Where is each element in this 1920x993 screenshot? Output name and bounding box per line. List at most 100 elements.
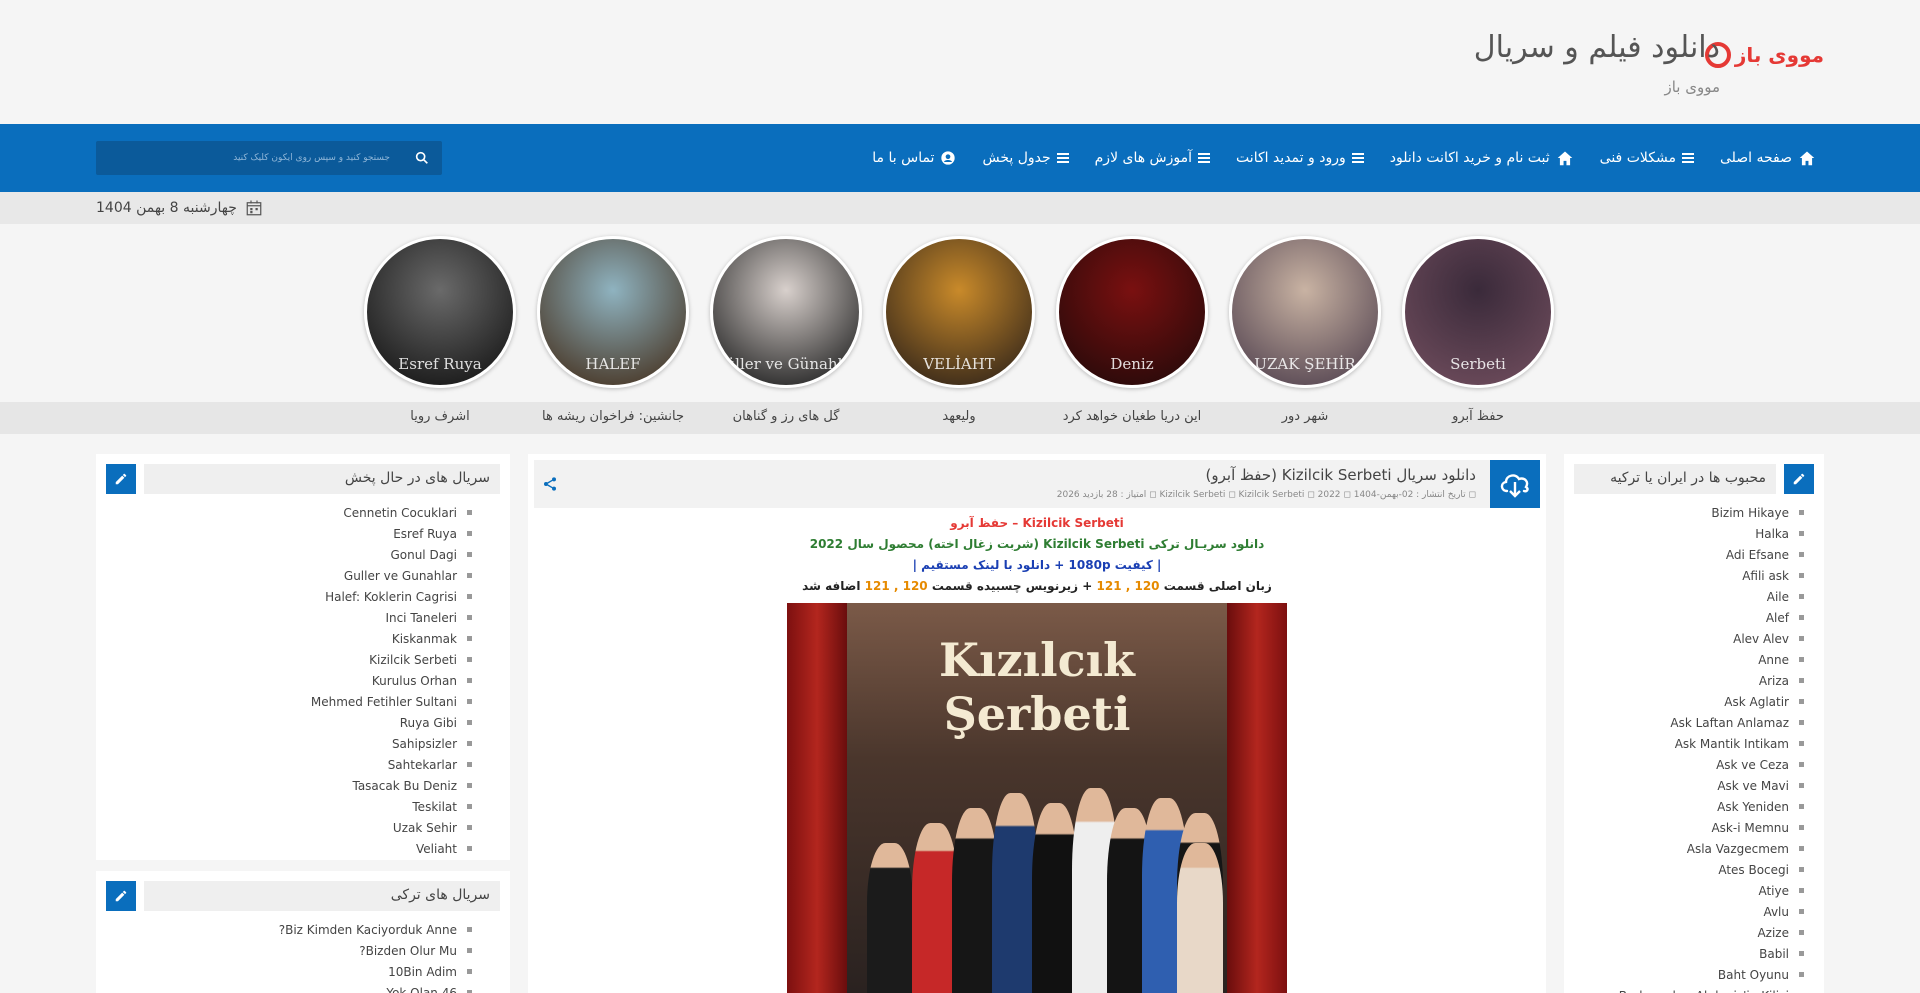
featured-label-2[interactable]: این دریا طغیان خواهد کرد — [1046, 409, 1218, 424]
list-item[interactable]: Teskilat — [311, 796, 472, 817]
list-item[interactable]: Cennetin Cocuklari — [311, 502, 472, 523]
list-item-label: Afili ask — [1742, 568, 1789, 583]
list-item[interactable]: Inci Taneleri — [311, 607, 472, 628]
nav-item-3[interactable]: ورود و تمدید اکانت — [1236, 150, 1364, 166]
episodes-mid: + زیرنویس چسبیده قسمت — [931, 579, 1093, 593]
nav-item-0[interactable]: صفحه اصلی — [1720, 150, 1816, 166]
list-item-label: Ask-i Memnu — [1711, 820, 1789, 835]
list-item[interactable]: Sahipsizler — [311, 733, 472, 754]
featured-circle-5[interactable]: HALEF — [537, 236, 689, 388]
list-item[interactable]: Ask-i Memnu — [1619, 817, 1804, 838]
list-item[interactable]: Baht Oyunu — [1619, 964, 1804, 985]
date-text: چهارشنبه 8 بهمن 1404 — [96, 200, 237, 216]
episodes-prefix: زبان اصلی قسمت — [1163, 579, 1272, 593]
featured-label-6[interactable]: اشرف رویا — [354, 409, 526, 424]
list-item-label: Tasacak Bu Deniz — [352, 778, 457, 793]
bullet-icon — [467, 552, 472, 557]
nav-item-1[interactable]: مشکلات فنی — [1600, 150, 1694, 166]
list-item[interactable]: Atiye — [1619, 880, 1804, 901]
list-item[interactable]: Avlu — [1619, 901, 1804, 922]
list-item[interactable]: Ariza — [1619, 670, 1804, 691]
featured-label-0[interactable]: حفظ آبرو — [1392, 409, 1564, 424]
poster-title-line-1: Kızılcık — [939, 633, 1135, 687]
list-item-label: Halef: Koklerin Cagrisi — [325, 589, 457, 604]
summary-line-description: دانلود سریـال ترکی Kizilcik Serbeti (شرب… — [809, 537, 1265, 551]
bullet-icon — [467, 510, 472, 515]
list-item[interactable]: Ask Laftan Anlamaz — [1619, 712, 1804, 733]
list-item[interactable]: Ask Aglatir — [1619, 691, 1804, 712]
post-poster[interactable]: Kızılcık Şerbeti — [787, 603, 1287, 993]
summary-line-quality: | کیفیت 1080p + دانلود با لینک مستقیم | — [912, 558, 1162, 572]
list-item[interactable]: Ates Bocegi — [1619, 859, 1804, 880]
list-item-label: Uzak Sehir — [392, 820, 457, 835]
list-item[interactable]: Kiskanmak — [311, 628, 472, 649]
list-item[interactable]: Alev Alev — [1619, 628, 1804, 649]
nav-item-5[interactable]: جدول پخش — [982, 150, 1069, 166]
list-item[interactable]: Kizilcik Serbeti — [311, 649, 472, 670]
list-item[interactable]: Bizim Hikaye — [1619, 502, 1804, 523]
list-item[interactable]: Afili ask — [1619, 565, 1804, 586]
list-item[interactable]: Tasacak Bu Deniz — [311, 775, 472, 796]
featured-circle-3[interactable]: VELİAHT — [883, 236, 1035, 388]
list-item-label: Bizim Hikaye — [1711, 505, 1789, 520]
list-item[interactable]: Babil — [1619, 943, 1804, 964]
list-item[interactable]: Barbaroslar: Akdeniz'in Kilici — [1619, 985, 1804, 993]
site-title[interactable]: دانلود فیلم و سریال — [1474, 30, 1720, 65]
list-item[interactable]: Biz Kimden Kaciyorduk Anne? — [279, 919, 472, 940]
list-item[interactable]: Yok Olan 46 — [279, 982, 472, 993]
nav-item-label: تماس با ما — [872, 150, 935, 166]
list-item-label: Biz Kimden Kaciyorduk Anne? — [278, 922, 457, 937]
list-item[interactable]: Mehmed Fetihler Sultani — [311, 691, 472, 712]
search-input[interactable] — [96, 141, 402, 175]
list-item[interactable]: Ask ve Mavi — [1619, 775, 1804, 796]
list-item-label: Alef — [1765, 610, 1789, 625]
nav-item-6[interactable]: تماس با ما — [872, 150, 956, 166]
home-icon — [1798, 150, 1816, 166]
list-item[interactable]: Esref Ruya — [311, 523, 472, 544]
list-item[interactable]: Sahtekarlar — [311, 754, 472, 775]
list-item[interactable]: 10Bin Adim — [279, 961, 472, 982]
featured-circle-1[interactable]: UZAK ŞEHİR — [1229, 236, 1381, 388]
panel-edit-button[interactable] — [106, 464, 136, 494]
featured-label-4[interactable]: گل های رز و گناهان — [700, 409, 872, 424]
logo-text: مووی باز — [1734, 43, 1824, 67]
list-item[interactable]: Halef: Koklerin Cagrisi — [311, 586, 472, 607]
list-item[interactable]: Alef — [1619, 607, 1804, 628]
list-item[interactable]: Uzak Sehir — [311, 817, 472, 838]
panel-edit-button[interactable] — [1784, 464, 1814, 494]
featured-label-1[interactable]: شهر دور — [1219, 409, 1391, 424]
list-item[interactable]: Anne — [1619, 649, 1804, 670]
list-item[interactable]: Kurulus Orhan — [311, 670, 472, 691]
featured-label-5[interactable]: جانشین: فراخوان ریشه ها — [527, 409, 699, 424]
download-button[interactable] — [1490, 460, 1540, 508]
share-button[interactable] — [542, 476, 558, 496]
search-button[interactable] — [402, 141, 442, 175]
post-title[interactable]: دانلود سریال Kizilcik Serbeti (حفظ آبرو) — [1206, 466, 1476, 484]
popular-list: Bizim Hikaye Halka Adi Efsane Afili ask Aile… — [1619, 502, 1804, 993]
nav-item-4[interactable]: آموزش های لازم — [1095, 150, 1211, 166]
list-item[interactable]: Ruya Gibi — [311, 712, 472, 733]
panel-title: محبوب ها در ایران یا ترکیه — [1574, 464, 1776, 494]
featured-circle-0[interactable]: Serbeti — [1402, 236, 1554, 388]
list-item[interactable]: Ask Yeniden — [1619, 796, 1804, 817]
featured-circle-4[interactable]: Güller ve Günahlar — [710, 236, 862, 388]
bullet-icon — [1799, 510, 1804, 515]
list-item[interactable]: Aile — [1619, 586, 1804, 607]
list-item[interactable]: Halka — [1619, 523, 1804, 544]
list-item[interactable]: Bizden Olur Mu? — [279, 940, 472, 961]
list-item[interactable]: Gonul Dagi — [311, 544, 472, 565]
featured-label-3[interactable]: ولیعهد — [873, 409, 1045, 424]
list-item[interactable]: Asla Vazgecmem — [1619, 838, 1804, 859]
panel-edit-button[interactable] — [106, 881, 136, 911]
list-item[interactable]: Guller ve Gunahlar — [311, 565, 472, 586]
nav-item-2[interactable]: ثبت نام و خرید اکانت دانلود — [1390, 150, 1574, 166]
list-item[interactable]: Azize — [1619, 922, 1804, 943]
pencil-icon — [115, 473, 127, 485]
featured-circle-2[interactable]: Deniz — [1056, 236, 1208, 388]
featured-circle-6[interactable]: Esref Ruya — [364, 236, 516, 388]
bullet-icon — [467, 573, 472, 578]
list-item[interactable]: Ask Mantik Intikam — [1619, 733, 1804, 754]
list-item[interactable]: Ask ve Ceza — [1619, 754, 1804, 775]
list-item[interactable]: Veliaht — [311, 838, 472, 859]
list-item[interactable]: Adi Efsane — [1619, 544, 1804, 565]
